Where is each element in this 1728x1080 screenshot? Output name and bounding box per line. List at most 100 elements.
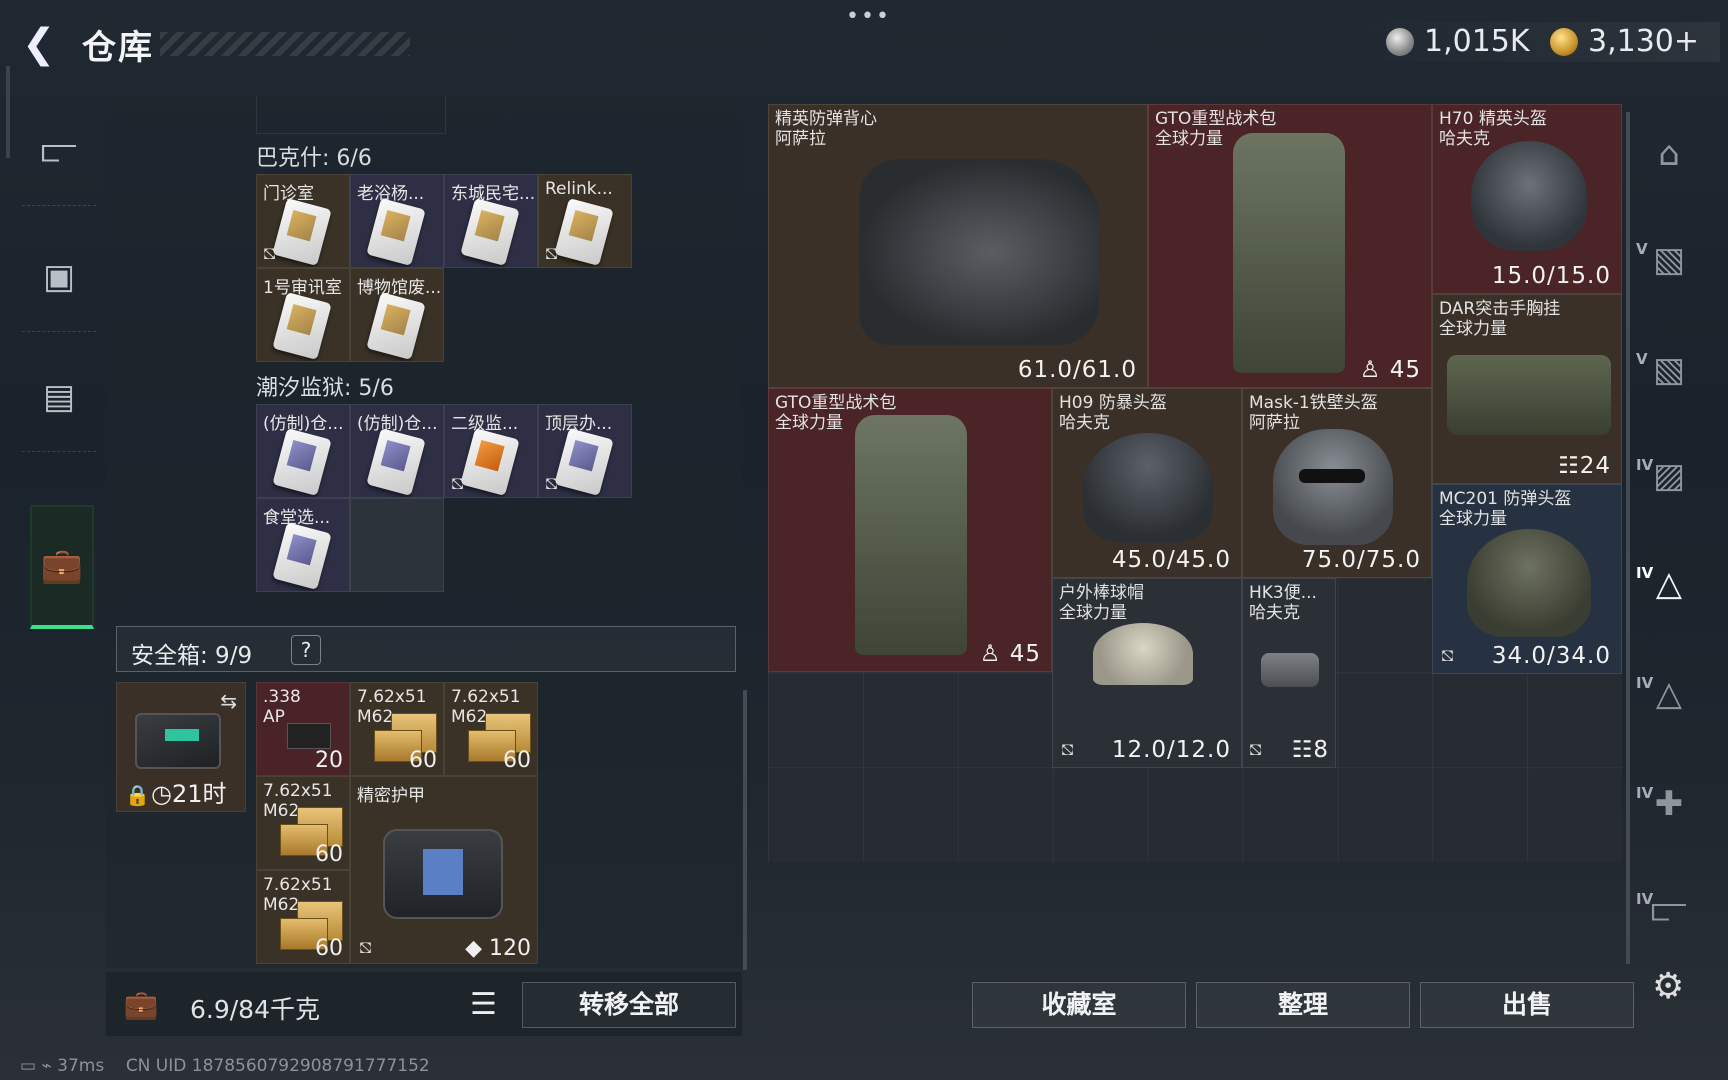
stash-item[interactable]: DAR突击手胸挂 全球力量 ☷24 <box>1432 294 1622 484</box>
tab-v-1[interactable]: V ▧ <box>1636 240 1696 300</box>
keycard-icon <box>272 522 332 590</box>
stash-item[interactable]: HK3便... 哈夫克 ⛞ ☷8 <box>1242 578 1336 768</box>
partial-row <box>256 96 446 134</box>
keycard-item[interactable]: 东城民宅... <box>444 174 538 268</box>
ammo-box-icon <box>374 713 437 762</box>
stash-item[interactable]: GTO重型战术包 全球力量 ♙ 45 <box>768 388 1052 672</box>
transfer-all-button[interactable]: 转移全部 <box>522 982 736 1028</box>
safebox-container[interactable]: ⇆ 🔒 ◷21时 <box>116 682 246 812</box>
rail-backpack-button[interactable]: ▣ <box>18 222 100 332</box>
category-tabs: ⌂ V ▧ V ▧ IV ▨ IV △ IV △ IV ✚ IV ⫍ <box>1634 104 1704 930</box>
uid-text: CN UID 1878560792908791777152 <box>125 1056 430 1076</box>
rail-gun-button[interactable]: ⫍ <box>18 96 100 206</box>
ammo-item[interactable]: 7.62x51 M62 60 <box>350 682 444 776</box>
currency-gold-amount[interactable]: 3,130+ <box>1588 24 1699 59</box>
stash-item[interactable]: H09 防暴头盔 哈夫克 45.0/45.0 <box>1052 388 1242 578</box>
ammo-box-icon <box>280 807 343 856</box>
keycard-item[interactable]: Relink... ⛞ <box>538 174 632 268</box>
ammo-item[interactable]: 7.62x51 M62 60 <box>256 870 350 964</box>
armor-count: ◆ 120 <box>465 936 531 961</box>
ammo-box-icon <box>468 713 531 762</box>
lock-icon: 🔒 <box>125 783 150 807</box>
keycard-icon <box>460 428 520 496</box>
keycard-item[interactable]: 博物馆废... <box>350 268 444 362</box>
safebox-icon <box>135 713 221 769</box>
ammo-item[interactable]: .338 AP 20 <box>256 682 350 776</box>
keycard-icon <box>366 292 426 360</box>
keycard-item[interactable]: 二级监... ⛞ <box>444 404 538 498</box>
keycard-icon <box>272 198 332 266</box>
armor-plate-item[interactable]: 精密护甲 ⛞ ◆ 120 <box>350 776 538 964</box>
no-trade-icon: ⛞ <box>263 244 277 263</box>
backpack-icon <box>1233 133 1345 373</box>
medkit-icon: ✚ <box>1654 784 1684 824</box>
cap-icon <box>1093 623 1193 685</box>
stash-item[interactable]: MC201 防弹头盔 全球力量 ⛞ 34.0/34.0 <box>1432 484 1622 674</box>
tab-iv-4[interactable]: IV ✚ <box>1636 784 1696 844</box>
more-menu-icon[interactable]: ••• <box>846 4 891 29</box>
stash-item[interactable]: 精英防弹背心 阿萨拉 61.0/61.0 <box>768 104 1148 388</box>
stash-item[interactable]: 户外棒球帽 全球力量 ⛞ 12.0/12.0 <box>1052 578 1242 768</box>
rail-vest-button[interactable]: ▤ <box>18 342 100 452</box>
keycard-item[interactable]: 门诊室 ⛞ <box>256 174 350 268</box>
gear-icon[interactable]: ⚙ <box>1652 966 1684 1007</box>
empty-slot[interactable] <box>350 498 444 592</box>
stash-item[interactable]: GTO重型战术包 全球力量 ♙ 45 <box>1148 104 1432 388</box>
rail-case-button[interactable]: 💼 <box>30 505 94 629</box>
currency-silver-amount: 1,015K <box>1424 24 1530 59</box>
help-button[interactable]: ? <box>291 635 321 665</box>
ammo-item[interactable]: 7.62x51 M62 60 <box>256 776 350 870</box>
helmet-icon <box>1273 429 1393 545</box>
stash-item[interactable]: Mask-1铁壁头盔 阿萨拉 75.0/75.0 <box>1242 388 1432 578</box>
ammo-box-icon <box>287 723 331 749</box>
tab-iv-2[interactable]: IV △ <box>1636 564 1696 624</box>
sort-button[interactable]: 整理 <box>1196 982 1410 1028</box>
tab-iv-1[interactable]: IV ▨ <box>1636 456 1696 516</box>
gun-icon: ⫍ <box>1650 890 1688 930</box>
section-title-bakeshi: 巴克什: 6/6 <box>256 146 372 171</box>
collection-room-button[interactable]: 收藏室 <box>972 982 1186 1028</box>
swap-icon[interactable]: ⇆ <box>220 689 237 713</box>
keycard-icon <box>554 428 614 496</box>
timer-text: ◷21时 <box>151 780 227 808</box>
no-trade-icon: ⛞ <box>451 474 465 493</box>
armor-bag-icon <box>383 829 503 919</box>
title-decoration <box>160 32 410 56</box>
ammo-item[interactable]: 7.62x51 M62 60 <box>444 682 538 776</box>
battery-icon: ▭ <box>20 1056 37 1076</box>
pouch-icon <box>1261 653 1319 687</box>
keycard-item[interactable]: (仿制)仓... <box>350 404 444 498</box>
timer-value: 21时 <box>171 780 227 808</box>
tab-all[interactable]: ⌂ <box>1642 134 1696 194</box>
no-trade-icon: ⛞ <box>1061 740 1075 759</box>
tab-iv-5[interactable]: IV ⫍ <box>1636 890 1696 950</box>
rail-scroll-indicator <box>6 66 10 158</box>
keycard-item[interactable]: 1号审讯室 <box>256 268 350 362</box>
stash-item[interactable]: H70 精英头盔 哈夫克 15.0/15.0 <box>1432 104 1622 294</box>
tab-v-2[interactable]: V ▧ <box>1636 350 1696 410</box>
keycard-icon <box>554 198 614 266</box>
warning-box-icon: △ <box>1655 564 1683 604</box>
vest-icon: ▤ <box>42 377 76 417</box>
keycard-item[interactable]: 顶层办... ⛞ <box>538 404 632 498</box>
keycard-icon <box>460 198 520 266</box>
no-trade-icon: ⛞ <box>1249 740 1263 759</box>
no-trade-icon: ⛞ <box>359 938 373 957</box>
right-scrollbar[interactable] <box>1626 112 1630 964</box>
tab-iv-3[interactable]: IV △ <box>1636 674 1696 734</box>
keycard-item[interactable]: (仿制)仓... <box>256 404 350 498</box>
gold-coin-icon <box>1550 28 1578 56</box>
no-trade-icon: ⛞ <box>545 244 559 263</box>
helmet-icon <box>1467 529 1591 637</box>
keycard-item[interactable]: 食堂选... <box>256 498 350 592</box>
back-arrow-icon[interactable]: ❮ <box>22 24 62 64</box>
keycard-icon <box>366 428 426 496</box>
list-view-icon[interactable]: ☰ <box>470 988 510 1022</box>
left-scrollbar[interactable] <box>743 690 747 970</box>
safebox-label: 安全箱: 9/9 <box>131 643 253 669</box>
keycard-item[interactable]: 老浴杨... <box>350 174 444 268</box>
section-title-chaoxi: 潮汐监狱: 5/6 <box>256 376 394 401</box>
wifi-icon: ⌁ <box>41 1056 52 1076</box>
sell-button[interactable]: 出售 <box>1420 982 1634 1028</box>
keycard-icon <box>272 428 332 496</box>
